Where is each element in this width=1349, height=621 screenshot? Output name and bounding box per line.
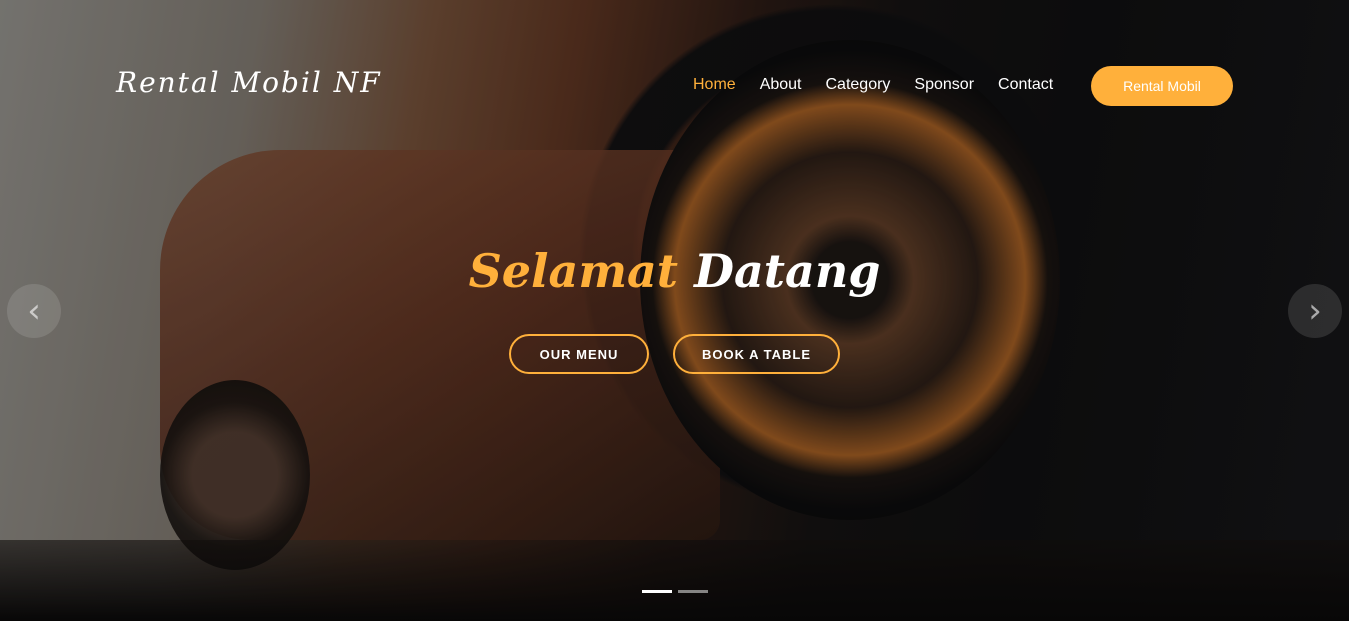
chevron-right-icon: ›: [1308, 291, 1322, 331]
rental-mobil-button[interactable]: Rental Mobil: [1091, 66, 1233, 106]
nav-about[interactable]: About: [760, 76, 802, 94]
chevron-left-icon: ‹: [27, 291, 41, 331]
site-logo[interactable]: Rental Mobil NF: [116, 66, 382, 99]
book-table-button[interactable]: BOOK A TABLE: [673, 334, 840, 374]
nav-sponsor[interactable]: Sponsor: [914, 76, 974, 94]
hero-headline: Selamat Datang: [0, 244, 1349, 298]
nav-category[interactable]: Category: [826, 76, 891, 94]
nav-contact[interactable]: Contact: [998, 76, 1053, 94]
carousel-next-button[interactable]: ›: [1288, 284, 1342, 338]
main-navigation: Home About Category Sponsor Contact: [693, 76, 1053, 94]
headline-accent: Selamat: [468, 244, 679, 298]
headline-main: Datang: [694, 244, 881, 298]
carousel-indicator-1[interactable]: [642, 590, 672, 593]
our-menu-button[interactable]: OUR MENU: [509, 334, 649, 374]
carousel-indicators: [642, 590, 708, 593]
nav-home[interactable]: Home: [693, 76, 736, 94]
carousel-indicator-2[interactable]: [678, 590, 708, 593]
carousel-prev-button[interactable]: ‹: [7, 284, 61, 338]
